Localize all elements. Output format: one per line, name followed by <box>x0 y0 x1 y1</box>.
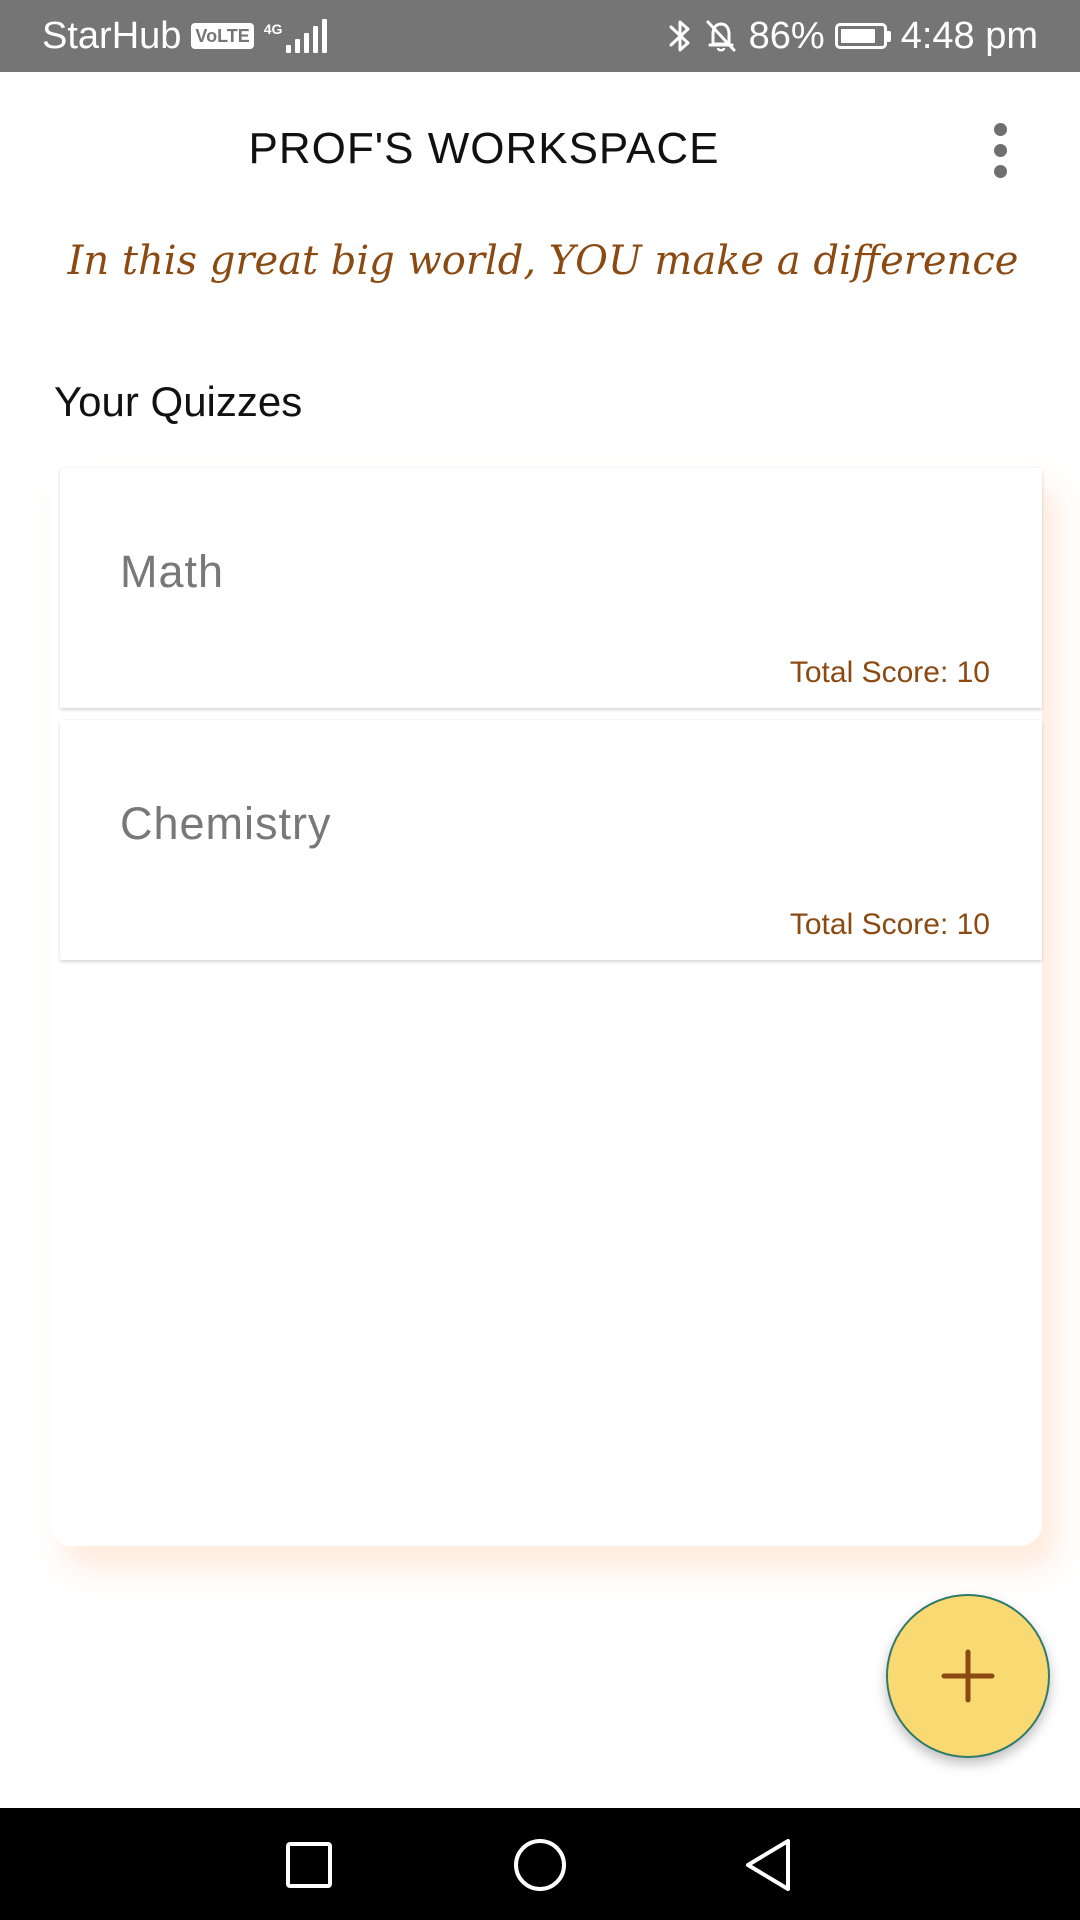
page-title: PROF'S WORKSPACE <box>248 124 720 173</box>
quiz-name: Chemistry <box>120 798 332 849</box>
quiz-list: Math Total Score: 10 Chemistry Total Sco… <box>50 462 1042 1546</box>
status-bar: StarHub VoLTE 4G 86% 4:48 pm <box>0 0 1080 72</box>
bluetooth-icon <box>667 17 693 55</box>
back-button[interactable] <box>733 1830 803 1900</box>
home-button[interactable] <box>505 1830 575 1900</box>
quiz-total-score: Total Score: 10 <box>789 908 990 941</box>
battery-percent: 86% <box>748 14 825 57</box>
signal-icon <box>286 19 328 53</box>
more-options-button[interactable] <box>970 120 1030 180</box>
status-right: 86% 4:48 pm <box>667 15 1038 58</box>
quiz-name: Math <box>120 546 225 597</box>
add-quiz-button[interactable] <box>886 1594 1050 1758</box>
battery-icon <box>834 23 891 49</box>
bell-off-icon <box>703 17 739 55</box>
triangle-back-icon <box>746 1839 790 1891</box>
square-recents-icon <box>286 1842 332 1888</box>
circle-home-icon <box>514 1839 566 1891</box>
app-bar: PROF'S WORKSPACE <box>0 72 1080 240</box>
quiz-total-score: Total Score: 10 <box>789 656 990 689</box>
recents-button[interactable] <box>274 1830 344 1900</box>
quizzes-heading: Your Quizzes <box>54 378 303 425</box>
tagline: In this great big world, YOU make a diff… <box>67 238 1019 284</box>
network-type: 4G <box>263 21 283 37</box>
clock: 4:48 pm <box>900 14 1038 57</box>
status-left: StarHub VoLTE 4G <box>42 14 328 58</box>
plus-icon <box>941 1649 995 1703</box>
volte-icon: VoLTE <box>191 23 254 49</box>
carrier-name: StarHub <box>42 14 182 57</box>
quiz-card-chemistry[interactable]: Chemistry Total Score: 10 <box>60 720 1042 960</box>
system-nav-bar <box>0 1808 1080 1920</box>
quiz-card-math[interactable]: Math Total Score: 10 <box>60 468 1042 708</box>
more-vertical-icon <box>993 122 1007 136</box>
